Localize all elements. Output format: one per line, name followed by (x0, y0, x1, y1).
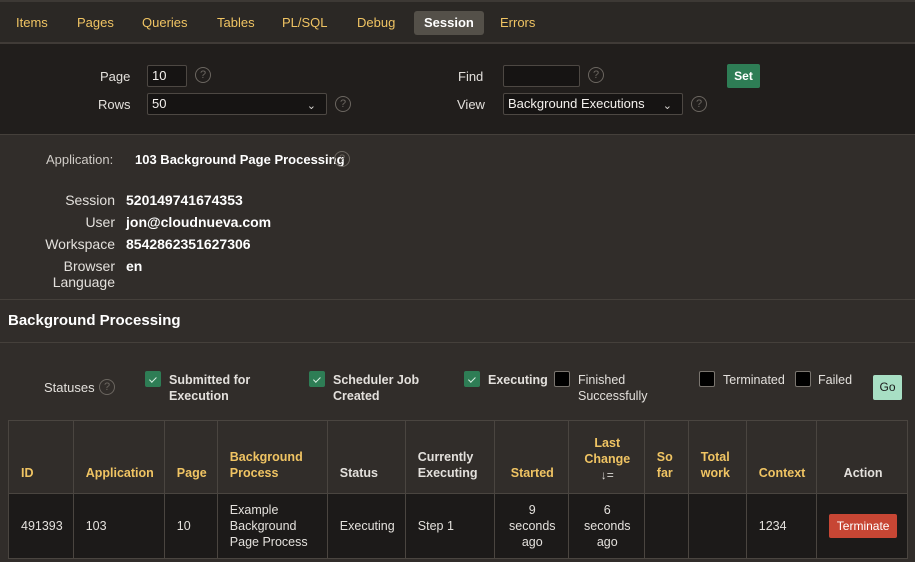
status-scheduler-job-label[interactable]: Scheduler Job Created (333, 372, 419, 404)
cell-context: 1234 (745, 493, 817, 559)
checkbox-terminated[interactable] (699, 371, 715, 387)
cell-page: 10 (163, 493, 218, 559)
table-row: 491393 103 10 Example Background Page Proc… (8, 493, 909, 559)
session-label: Session (65, 192, 115, 208)
view-help-icon[interactable]: ? (691, 96, 707, 112)
chevron-down-icon: ⌄ (662, 100, 672, 112)
column-header-currently-executing: Currently Executing (404, 420, 495, 494)
tab-session[interactable]: Session (414, 11, 484, 35)
filter-panel: Page 10 ? Rows 50 ⌄ ? Find ? View Backgr… (0, 44, 915, 135)
checkbox-failed[interactable] (795, 371, 811, 387)
statuses-help-icon[interactable]: ? (99, 379, 115, 395)
workspace-value: 8542862351627306 (126, 236, 251, 252)
status-finished-label[interactable]: Finished Successfully (578, 372, 647, 404)
status-submitted-label[interactable]: Submitted for Execution (169, 372, 250, 404)
terminate-button[interactable]: Terminate (828, 514, 898, 538)
browser-language-value: en (126, 258, 143, 274)
tab-debug[interactable]: Debug (347, 11, 405, 35)
session-value: 520149741674353 (126, 192, 243, 208)
column-header-page[interactable]: Page (163, 420, 218, 494)
tab-errors[interactable]: Errors (490, 11, 545, 35)
checkbox-scheduler-job[interactable] (309, 371, 325, 387)
cell-so-far (643, 493, 689, 559)
cell-application: 103 (72, 493, 165, 559)
column-header-id[interactable]: ID (8, 420, 74, 494)
find-input[interactable] (503, 65, 580, 87)
chevron-down-icon: ⌄ (306, 100, 316, 112)
tab-queries[interactable]: Queries (132, 11, 198, 35)
checkbox-submitted[interactable] (145, 371, 161, 387)
workspace-label: Workspace (45, 236, 115, 252)
view-value: Background Executions (508, 96, 645, 111)
cell-background-process: Example Background Page Process (216, 493, 328, 559)
column-header-started[interactable]: Started (493, 420, 569, 494)
divider (0, 342, 915, 343)
column-header-background-process[interactable]: Background Process (216, 420, 328, 494)
rows-help-icon[interactable]: ? (335, 96, 351, 112)
status-executing-label[interactable]: Executing (488, 372, 548, 388)
column-header-total-work[interactable]: Total work (687, 420, 747, 494)
column-header-context[interactable]: Context (745, 420, 817, 494)
column-header-application[interactable]: Application (72, 420, 165, 494)
section-title: Background Processing (8, 312, 181, 329)
page-help-icon[interactable]: ? (195, 67, 211, 83)
tab-plsql[interactable]: PL/SQL (272, 11, 338, 35)
user-label: User (85, 214, 115, 230)
application-help-icon[interactable]: ? (334, 151, 350, 167)
user-value: jon@cloudnueva.com (126, 214, 272, 230)
browser-language-label: Browser Language (52, 258, 115, 290)
rows-value: 50 (152, 96, 167, 111)
status-failed-label[interactable]: Failed (818, 372, 852, 388)
table-header-row: ID Application Page Background Process St… (8, 420, 909, 494)
cell-action: Terminate (815, 493, 909, 559)
tab-tables[interactable]: Tables (207, 11, 265, 35)
column-header-action: Action (815, 420, 909, 494)
cell-id: 491393 (8, 493, 74, 559)
column-header-last-change[interactable]: Last Change ↓= (567, 420, 645, 494)
rows-select[interactable]: 50 ⌄ (147, 93, 327, 115)
find-label: Find (458, 69, 484, 84)
cell-total-work (687, 493, 747, 559)
checkbox-executing[interactable] (464, 371, 480, 387)
background-executions-table: ID Application Page Background Process St… (8, 420, 909, 559)
checkbox-finished[interactable] (554, 371, 570, 387)
status-terminated-label[interactable]: Terminated (723, 372, 785, 388)
rows-label: Rows (98, 97, 131, 112)
session-info: Application: 103 Background Page Process… (0, 136, 915, 300)
view-label: View (457, 97, 485, 112)
go-button[interactable]: Go (873, 375, 902, 400)
column-header-status: Status (326, 420, 406, 494)
find-help-icon[interactable]: ? (588, 67, 604, 83)
tab-pages[interactable]: Pages (67, 11, 124, 35)
developer-toolbar-tabs: Items Pages Queries Tables PL/SQL Debug … (0, 0, 915, 44)
application-value: 103 Background Page Processing (135, 152, 345, 167)
column-header-so-far[interactable]: So far (643, 420, 689, 494)
sort-descending-icon: ↓= (600, 468, 614, 482)
view-select[interactable]: Background Executions ⌄ (503, 93, 683, 115)
tab-items[interactable]: Items (6, 11, 58, 35)
cell-currently-executing: Step 1 (404, 493, 495, 559)
application-label: Application: (46, 152, 114, 167)
page-input[interactable]: 10 (147, 65, 187, 87)
set-button[interactable]: Set (727, 64, 760, 88)
page-label: Page (100, 69, 131, 84)
cell-last-change: 6 seconds ago (567, 493, 645, 559)
cell-started: 9 seconds ago (493, 493, 569, 559)
cell-status: Executing (326, 493, 406, 559)
statuses-label: Statuses (44, 380, 95, 395)
